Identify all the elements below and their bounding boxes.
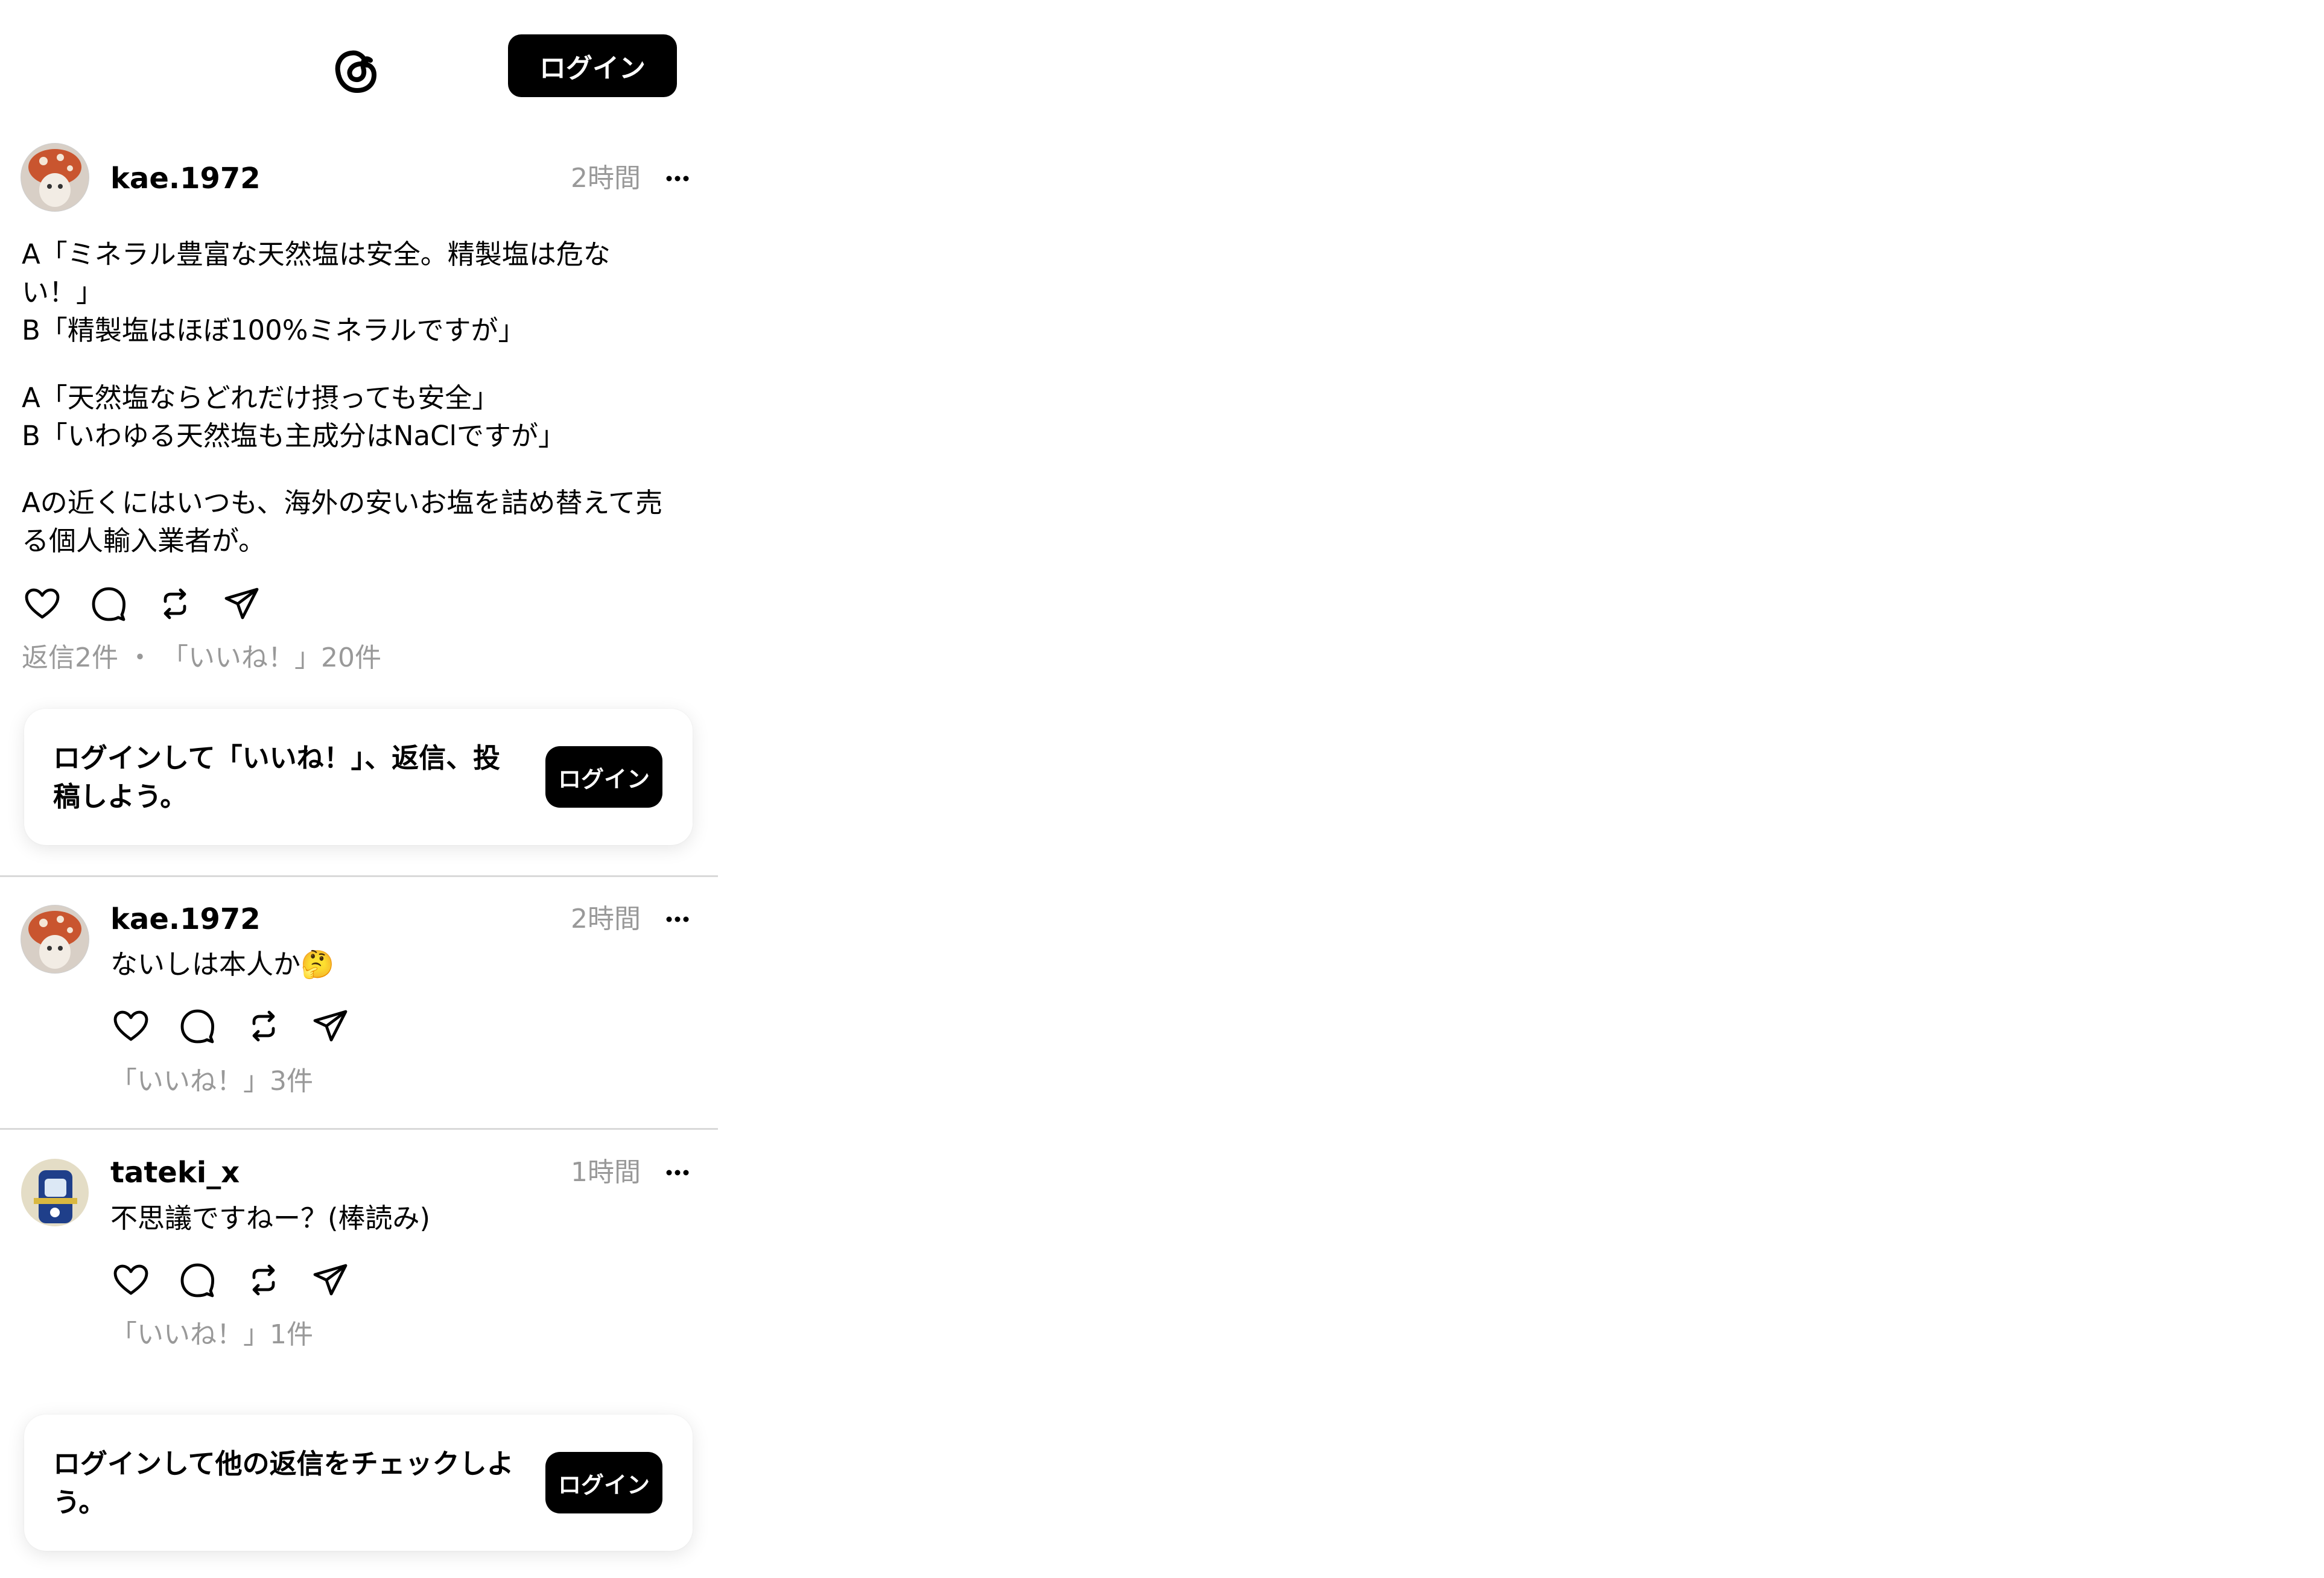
avatar[interactable] [21, 1158, 89, 1227]
thread-column: ログイン kae.1972 2時間 A「ミネラル豊富な天然塩は安全。精製塩は危な… [0, 0, 718, 1578]
login-prompt-text: ログインして「いいね！」、返信、投稿しよう。 [53, 742, 501, 813]
comment-icon[interactable] [173, 1256, 221, 1304]
threads-page: ログイン kae.1972 2時間 A「ミネラル豊富な天然塩は安全。精製塩は危な… [0, 0, 2324, 1578]
post-text-line: い！」 [22, 276, 104, 308]
repost-icon[interactable] [240, 1002, 288, 1050]
post-stats[interactable]: 返信2件 ・ 「いいね！」20件 [22, 640, 381, 676]
reply-actions [107, 1002, 372, 1050]
more-icon[interactable] [659, 1155, 696, 1191]
post-time: 2時間 [571, 163, 641, 194]
reply-username[interactable]: kae.1972 [110, 901, 261, 937]
more-icon[interactable] [659, 901, 696, 937]
post-actions [18, 580, 284, 628]
divider [0, 1128, 718, 1130]
heart-icon[interactable] [18, 580, 66, 628]
reply-stats[interactable]: 「いいね！」1件 [110, 1317, 313, 1353]
post-text-line: る個人輸入業者が。 [22, 525, 266, 557]
post-text-line: A「天然塩ならどれだけ摂っても安全」 [22, 382, 500, 414]
reply-stats[interactable]: 「いいね！」3件 [110, 1063, 313, 1100]
repost-icon[interactable] [240, 1256, 288, 1304]
reply-time: 2時間 [571, 904, 641, 934]
heart-icon[interactable] [107, 1256, 155, 1304]
post-username[interactable]: kae.1972 [110, 160, 261, 197]
share-icon[interactable] [306, 1256, 354, 1304]
threads-logo-icon[interactable] [326, 39, 384, 99]
reply-actions [107, 1256, 372, 1304]
more-icon[interactable] [659, 160, 696, 197]
login-more-replies-text: ログインして他の返信をチェックしよう。 [53, 1448, 514, 1518]
comment-icon[interactable] [173, 1002, 221, 1050]
avatar[interactable] [21, 905, 89, 974]
login-prompt-card: ログインして「いいね！」、返信、投稿しよう。 ログイン [24, 709, 693, 845]
post-text-line: B「精製塩はほぼ100%ミネラルですが」 [22, 314, 525, 346]
login-more-replies-card: ログインして他の返信をチェックしよう。 ログイン [24, 1415, 693, 1551]
repost-icon[interactable] [151, 580, 199, 628]
reply-time: 1時間 [571, 1157, 641, 1188]
share-icon[interactable] [217, 580, 265, 628]
avatar[interactable] [21, 143, 89, 212]
login-more-replies-button[interactable]: ログイン [545, 1452, 662, 1513]
comment-icon[interactable] [84, 580, 133, 628]
login-prompt-button[interactable]: ログイン [545, 746, 662, 808]
post-text-line: B「いわゆる天然塩も主成分はNaClですが」 [22, 420, 566, 452]
heart-icon[interactable] [107, 1002, 155, 1050]
header-login-button[interactable]: ログイン [508, 34, 677, 97]
post-text-line: Aの近くにはいつも、海外の安いお塩を詰め替えて売 [22, 487, 663, 519]
post-text-line: A「ミネラル豊富な天然塩は安全。精製塩は危な [22, 238, 611, 270]
divider [0, 875, 718, 877]
share-icon[interactable] [306, 1002, 354, 1050]
reply-text: ないしは本人か🤔 [110, 948, 335, 980]
reply-username[interactable]: tateki_x [110, 1155, 240, 1191]
reply-text: 不思議ですねー？(棒読み) [110, 1202, 431, 1234]
